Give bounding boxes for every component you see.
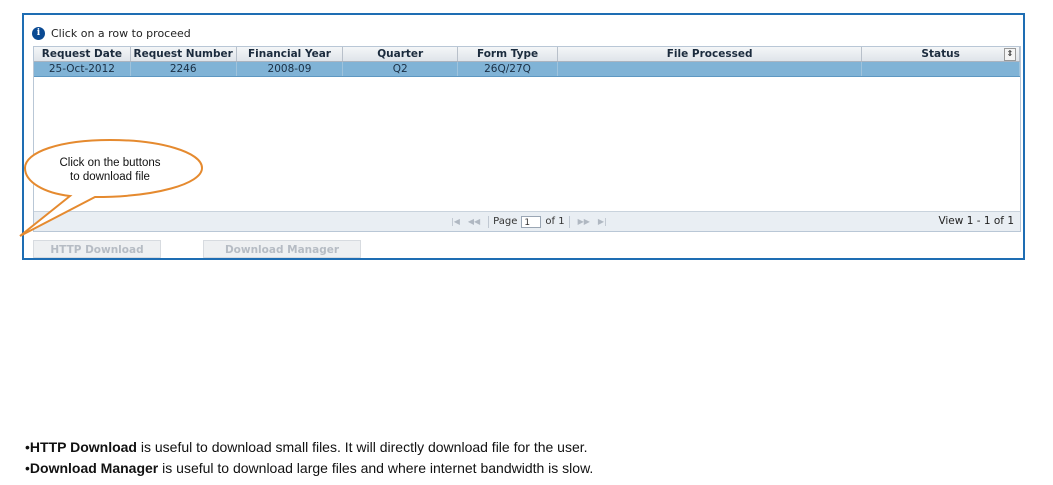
note-http-download: •HTTP Download is useful to download sma… <box>25 437 593 458</box>
note-term: Download Manager <box>29 460 159 476</box>
callout-bubble <box>19 138 204 237</box>
callout-line-2: to download file <box>70 171 150 183</box>
notes: •HTTP Download is useful to download sma… <box>25 437 593 479</box>
note-desc: is useful to download small files. It wi… <box>136 439 588 455</box>
note-desc: is useful to download large files and wh… <box>158 460 594 476</box>
note-term: HTTP Download <box>29 439 137 455</box>
note-download-manager: •Download Manager is useful to download … <box>25 458 593 479</box>
callout-text: Click on the buttons to download file <box>35 156 185 184</box>
callout-line-1: Click on the buttons <box>59 157 161 169</box>
